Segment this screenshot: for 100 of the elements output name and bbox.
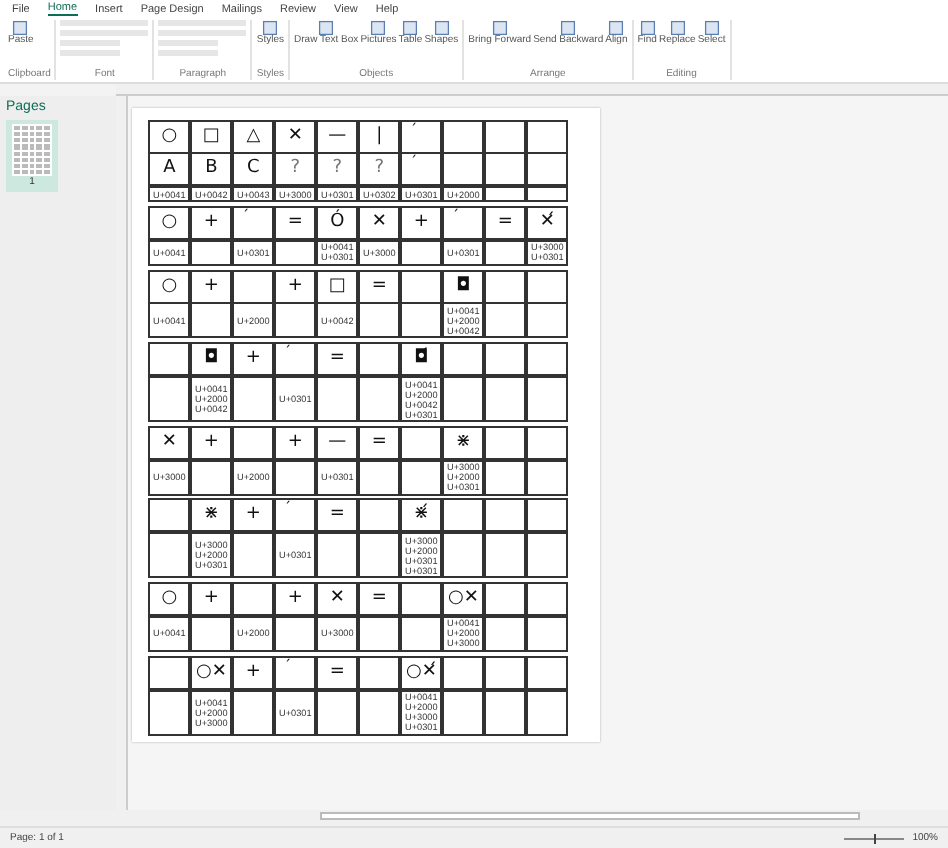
table-cell: A [148,152,191,187]
table-cell: + [190,205,233,240]
table-cell: + [232,342,275,377]
table-cell: = [358,425,401,460]
table-cell: + [232,655,275,690]
table-cell [232,532,275,579]
table-cell [274,615,317,652]
table-cell [526,120,569,154]
table-cell [358,498,401,533]
table-cell [442,532,485,579]
table-cell: ◘ [442,269,485,304]
table-cell: ✕ [274,120,317,154]
table-cell [400,239,443,266]
table-cell: ○ [148,120,191,154]
table-cell [526,342,569,377]
table-cell: + [274,269,317,304]
table-cell [232,425,275,460]
table-cell [484,615,527,652]
scrollbar[interactable] [320,812,860,820]
table-cell [400,269,443,304]
table-cell [190,615,233,652]
table-cell [316,689,359,735]
table-cell [358,376,401,422]
table-cell: ✕ [148,425,191,460]
table-cell [484,269,527,304]
table-cell [526,269,569,304]
table-cell: + [274,582,317,617]
tool-icon [12,20,29,36]
table-cell: — [316,120,359,154]
table-cell [442,498,485,533]
table-cell [190,459,233,496]
tool-icon [560,20,577,36]
table-cell [484,425,527,460]
table-cell: + [190,582,233,617]
table-cell [400,302,443,339]
table-cell [484,459,527,496]
table-cell [232,689,275,735]
table-cell [526,186,569,203]
table-cell [358,342,401,377]
table-cell [274,239,317,266]
table-cell [526,459,569,496]
table-cell [316,376,359,422]
table-cell: □ [190,120,233,154]
table-cell [526,425,569,460]
table-cell [526,498,569,533]
table-cell: ? [358,152,401,187]
table-cell: | [358,120,401,154]
table-cell [316,532,359,579]
table-cell [484,582,527,617]
table-cell [442,342,485,377]
table-cell [358,302,401,339]
table-cell [484,120,527,154]
table-cell [526,152,569,187]
table-cell [400,615,443,652]
table-cell [358,655,401,690]
table-cell [526,302,569,339]
table-cell [358,459,401,496]
table-cell: C [232,152,275,187]
table-cell [232,582,275,617]
table-cell: B [190,152,233,187]
table-cell [358,615,401,652]
table-cell [148,655,191,690]
table-cell [484,376,527,422]
table-cell [442,120,485,154]
table-cell: ⋇ [190,498,233,533]
table-cell [274,302,317,339]
table-cell [232,376,275,422]
table-cell [484,655,527,690]
table-cell [526,582,569,617]
table-cell [148,342,191,377]
table-cell [484,239,527,266]
table-cell [484,532,527,579]
table-cell [148,498,191,533]
table-cell: ✕ [316,582,359,617]
table-cell: + [190,425,233,460]
table-cell [442,376,485,422]
table-cell [526,532,569,579]
table-cell [400,582,443,617]
table-cell: = [274,205,317,240]
table-cell: □ [316,269,359,304]
table-cell: ○ [148,205,191,240]
tool-icon [318,20,335,36]
table-cell: ? [274,152,317,187]
table-cell [442,689,485,735]
table-cell: ✕ [358,205,401,240]
table-cell [484,498,527,533]
table-cell: ✕́ [526,205,569,240]
table-cell: ◘́ [400,342,443,377]
table-cell: ? [316,152,359,187]
table-cell: = [316,342,359,377]
table-cell [190,302,233,339]
table-cell [526,689,569,735]
table-cell [484,152,527,187]
table-cell: ◘ [190,342,233,377]
table-cell: = [316,498,359,533]
table-cell [484,186,527,203]
table-cell [148,532,191,579]
table-cell [358,532,401,579]
table-cell: = [316,655,359,690]
table-cell: ○✕ [442,582,485,617]
